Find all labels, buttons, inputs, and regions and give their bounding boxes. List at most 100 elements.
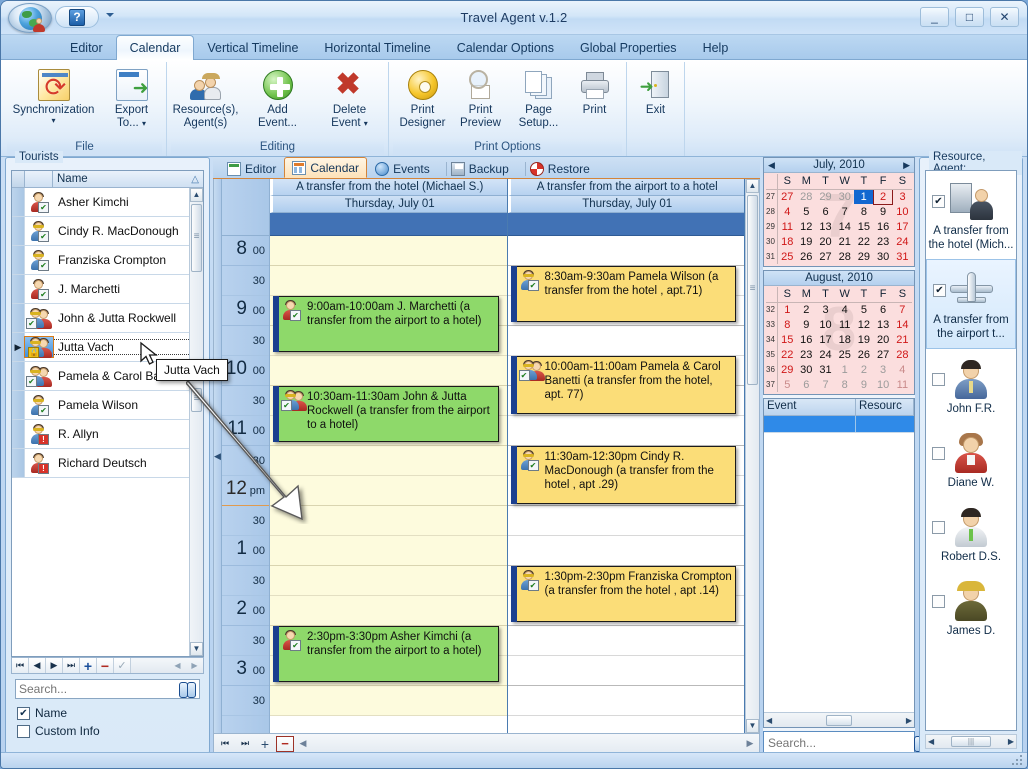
exit-button[interactable]: ➜ Exit [631,66,681,120]
scroll-down-button[interactable]: ▼ [190,642,203,656]
day-cell[interactable]: 26 [854,347,873,362]
day-cell[interactable]: 7 [816,377,835,392]
day-cell[interactable]: 23 [874,234,893,249]
scrollbar-thumb[interactable] [747,195,758,385]
day-cell[interactable]: 4 [835,302,854,317]
day-cell[interactable]: 27 [777,189,796,204]
sort-ascending-icon[interactable]: △ [191,174,199,185]
day-cell[interactable]: 1 [777,302,796,317]
day-cell[interactable]: 29 [777,362,796,377]
scrollbar-thumb[interactable]: ||| [951,736,991,747]
day-cell[interactable]: 17 [893,219,912,234]
scrollbar-thumb-2[interactable] [191,388,202,412]
all-day-area[interactable] [270,213,507,236]
print-preview-button[interactable]: Print Preview [452,66,510,133]
nav-add-button[interactable]: + [80,658,97,673]
day-cell[interactable]: 16 [797,332,816,347]
day-cell[interactable]: 21 [835,234,854,249]
day-cell[interactable]: 19 [797,234,816,249]
synchronization-button[interactable]: Synchronization ▾ [7,66,101,128]
day-cell[interactable]: 29 [854,249,873,264]
close-button[interactable]: ✕ [990,7,1019,27]
day-cell-today[interactable]: 2 [874,189,893,204]
hscroll-right-icon[interactable]: ▶ [186,661,203,670]
filter-custom-info-row[interactable]: Custom Info [17,723,100,739]
day-cell[interactable]: 30 [797,362,816,377]
tab-events[interactable]: Events [367,158,438,178]
day-cell[interactable]: 10 [874,377,893,392]
table-row[interactable]: ! Richard Deutsch [12,449,203,478]
day-cell[interactable]: 14 [835,219,854,234]
scroll-up-button[interactable]: ▲ [190,188,203,202]
day-cell[interactable]: 8 [854,204,873,219]
resource-checkbox[interactable]: ✔ [932,195,945,208]
prev-month-icon[interactable]: ◀ [768,160,775,171]
day-cell[interactable]: 9 [854,377,873,392]
mini-calendar-body[interactable]: 8 S M T W T F S 32 [764,286,914,394]
filter-custom-info-checkbox[interactable] [17,725,30,738]
calendar-event[interactable]: ✔ 8:30am-9:30am Pamela Wilson (a transfe… [511,266,737,322]
nav-prev-button[interactable]: ◀ [29,658,46,673]
nav-next-button[interactable]: ▶ [46,658,63,673]
day-cell[interactable]: 13 [816,219,835,234]
day-cell[interactable]: 12 [854,317,873,332]
minimize-button[interactable]: _ [920,7,949,27]
calendar-event[interactable]: ✔ 9:00am-10:00am J. Marchetti (a transfe… [273,296,499,352]
table-row[interactable]: ✔ Franziska Crompton [12,246,203,275]
day-cell[interactable]: 29 [816,189,835,204]
day-cell[interactable]: 13 [874,317,893,332]
calendar-add-button[interactable]: + [256,736,274,752]
table-row-selected[interactable]: ▶ 🔒 Jutta Vach [12,333,203,362]
day-cell[interactable]: 21 [893,332,912,347]
ribbon-tab-global-properties[interactable]: Global Properties [567,36,690,60]
table-row[interactable]: ✔ J. Marchetti [12,275,203,304]
tourists-horizontal-scrollbar[interactable]: ◀ ▶ [169,661,203,670]
list-item-selected[interactable]: ✔ A transfer from the airport t... [926,259,1016,349]
day-cell[interactable]: 30 [835,189,854,204]
day-cell[interactable]: 4 [893,362,912,377]
print-button[interactable]: Print [568,66,622,120]
day-cell[interactable]: 14 [893,317,912,332]
hscroll-right-icon[interactable]: ▶ [1008,737,1014,746]
list-item[interactable]: John F.R. [926,349,1016,423]
day-cell[interactable]: 28 [893,347,912,362]
calendar-event[interactable]: ✔ 11:30am-12:30pm Cindy R. MacDonough (a… [511,446,737,504]
nav-confirm-button[interactable]: ✓ [114,658,131,673]
day-cell[interactable]: 9 [797,317,816,332]
day-cell[interactable]: 3 [816,302,835,317]
day-cell[interactable]: 5 [797,204,816,219]
ribbon-tab-calendar[interactable]: Calendar [116,35,195,60]
ribbon-tab-horizontal-timeline[interactable]: Horizontal Timeline [311,36,443,60]
day-cell[interactable]: 27 [816,249,835,264]
day-cell[interactable]: 11 [777,219,796,234]
list-item[interactable]: Robert D.S. [926,497,1016,571]
calendar-event[interactable]: ✔ 1:30pm-2:30pm Franziska Crompton (a tr… [511,566,737,622]
day-cell[interactable]: 19 [854,332,873,347]
day-cell[interactable]: 25 [777,249,796,264]
day-cell[interactable]: 11 [835,317,854,332]
chevron-down-icon[interactable]: ▾ [51,117,55,125]
next-month-icon[interactable]: ▶ [903,160,910,171]
day-cell[interactable]: 7 [893,302,912,317]
export-to-button[interactable]: Export To... ▾ [101,66,163,133]
day-cell[interactable]: 6 [816,204,835,219]
hscroll-right-icon[interactable]: ▶ [906,716,912,725]
day-cell[interactable]: 9 [874,204,893,219]
event-grid-selected-row[interactable] [764,416,914,433]
hscroll-left-icon[interactable]: ◀ [928,737,934,746]
tab-restore[interactable]: Restore [517,158,598,178]
ribbon-tab-help[interactable]: Help [690,36,742,60]
delete-event-button[interactable]: Delete Event ▾ [314,66,386,133]
filter-name-row[interactable]: ✔ Name [17,705,67,721]
hscroll-left-icon[interactable]: ◀ [169,661,186,670]
page-setup-button[interactable]: Page Setup... [510,66,568,133]
day-cell[interactable]: 6 [797,377,816,392]
tab-editor[interactable]: Editor [219,158,284,178]
calendar-last-button[interactable]: ⏭ [236,736,254,752]
day-cell[interactable]: 11 [893,377,912,392]
day-cell[interactable]: 6 [874,302,893,317]
list-item[interactable]: James D. [926,571,1016,645]
nav-last-button[interactable]: ⏭ [63,658,80,673]
day-cell[interactable]: 26 [797,249,816,264]
day-cell[interactable]: 31 [816,362,835,377]
